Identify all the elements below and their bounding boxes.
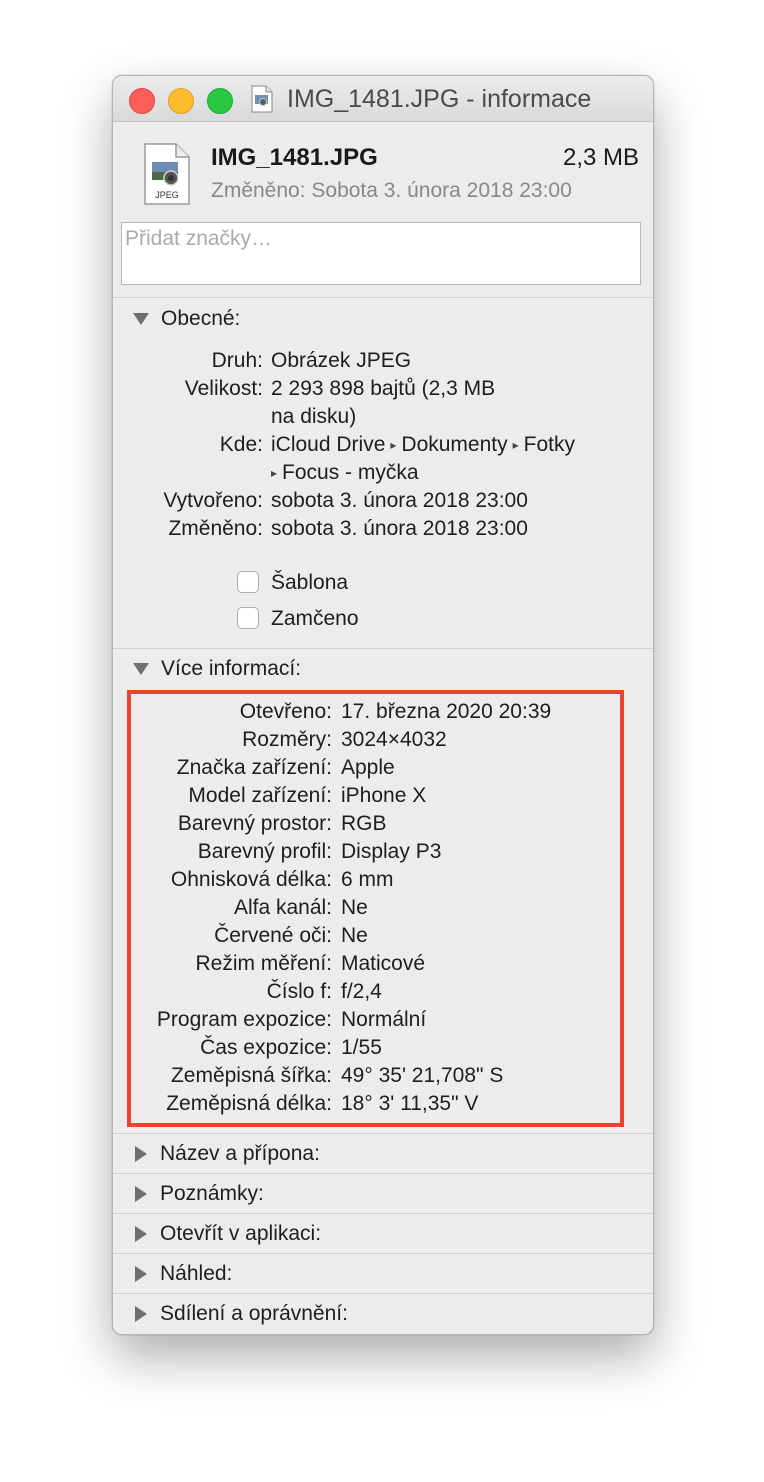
general-value-modified: sobota 3. února 2018 23:00	[271, 517, 528, 540]
more-info-value: Ne	[341, 896, 368, 919]
section-general-title: Obecné:	[161, 307, 241, 330]
path-arrow-icon: ▸	[390, 438, 397, 453]
divider	[113, 1133, 653, 1134]
locked-checkbox[interactable]	[237, 607, 259, 629]
more-info-value: 49° 35' 21,708" S	[341, 1064, 504, 1087]
section-preview[interactable]: Náhled:	[133, 1262, 232, 1286]
more-info-value: iPhone X	[341, 784, 427, 807]
divider	[113, 297, 653, 298]
section-open-with[interactable]: Otevřít v aplikaci:	[133, 1222, 321, 1246]
template-label: Šablona	[271, 571, 349, 594]
file-name: IMG_1481.JPG	[211, 144, 378, 171]
section-open-with-title: Otevřít v aplikaci:	[160, 1222, 322, 1245]
divider	[113, 1173, 653, 1174]
zoom-button[interactable]	[207, 88, 233, 114]
more-info-value: Maticové	[341, 952, 426, 975]
section-notes[interactable]: Poznámky:	[133, 1182, 264, 1206]
file-size: 2,3 MB	[562, 144, 639, 171]
where-path-cont: ▸ Focus - myčka	[271, 459, 419, 487]
path-arrow-icon: ▸	[271, 466, 278, 481]
more-info-value: Normální	[341, 1008, 427, 1031]
jpeg-file-icon	[251, 85, 273, 113]
locked-label: Zamčeno	[271, 607, 359, 630]
more-info-label: Zeměpisná šířka:	[170, 1064, 332, 1087]
general-value-size: 2 293 898 bajtů (2,3 MB	[271, 377, 496, 400]
general-value-created: sobota 3. února 2018 23:00	[271, 489, 528, 512]
general-label-kind: Druh:	[211, 349, 263, 372]
disclosure-right-icon[interactable]	[135, 1226, 147, 1242]
section-name-extension[interactable]: Název a přípona:	[133, 1142, 320, 1166]
more-info-label: Režim měření:	[195, 952, 332, 975]
more-info-label: Číslo f:	[266, 980, 332, 1003]
general-label-where: Kde:	[219, 433, 263, 456]
where-path: iCloud Drive ▸ Dokumenty ▸ Fotky	[271, 431, 575, 459]
path-segment: Dokumenty	[401, 433, 508, 456]
disclosure-down-icon[interactable]	[133, 313, 149, 325]
path-arrow-icon: ▸	[512, 438, 519, 453]
section-name-extension-title: Název a přípona:	[160, 1142, 320, 1165]
jpeg-icon-label: JPEG	[155, 190, 179, 200]
more-info-value: 1/55	[341, 1036, 382, 1059]
divider	[113, 1213, 653, 1214]
more-info-label: Ohnisková délka:	[170, 868, 332, 891]
general-value-size-cont: na disku)	[271, 405, 357, 428]
disclosure-right-icon[interactable]	[135, 1266, 147, 1282]
title-bar[interactable]: IMG_1481.JPG - informace	[113, 76, 653, 122]
section-notes-title: Poznámky:	[160, 1182, 264, 1205]
more-info-value: RGB	[341, 812, 387, 835]
general-label-size: Velikost:	[184, 377, 263, 400]
modified-date: Změněno: Sobota 3. února 2018 23:00	[211, 179, 572, 202]
more-info-label: Barevný prostor:	[177, 812, 332, 835]
general-label-modified: Změněno:	[168, 517, 263, 540]
more-info-value: 6 mm	[341, 868, 394, 891]
section-preview-title: Náhled:	[160, 1262, 233, 1285]
more-info-label: Zeměpisná délka:	[166, 1092, 332, 1115]
tags-input[interactable]: Přidat značky…	[121, 222, 641, 285]
general-value-kind: Obrázek JPEG	[271, 349, 412, 372]
window-title: IMG_1481.JPG - informace	[287, 85, 592, 113]
more-info-label: Otevřeno:	[239, 700, 332, 723]
jpeg-document-icon: JPEG	[144, 143, 190, 205]
info-window: IMG_1481.JPG - informace JPEG IMG_1481.J…	[112, 75, 654, 1335]
section-more-info[interactable]: Více informací:	[133, 657, 301, 681]
template-checkbox[interactable]	[237, 571, 259, 593]
general-label-created: Vytvořeno:	[163, 489, 263, 512]
more-info-value: f/2,4	[341, 980, 382, 1003]
more-info-value: 3024×4032	[341, 728, 447, 751]
more-info-value: Display P3	[341, 840, 442, 863]
more-info-value: Ne	[341, 924, 368, 947]
path-segment: iCloud Drive	[271, 433, 386, 456]
more-info-label: Čas expozice:	[200, 1036, 332, 1059]
section-sharing-permissions-title: Sdílení a oprávnění:	[160, 1302, 348, 1325]
more-info-label: Program expozice:	[156, 1008, 332, 1031]
divider	[113, 1253, 653, 1254]
more-info-value: 18° 3' 11,35" V	[341, 1092, 479, 1115]
more-info-label: Model zařízení:	[188, 784, 332, 807]
divider	[113, 1293, 653, 1294]
disclosure-right-icon[interactable]	[135, 1146, 147, 1162]
more-info-label: Alfa kanál:	[233, 896, 332, 919]
section-more-info-title: Více informací:	[161, 657, 302, 680]
minimize-button[interactable]	[168, 88, 194, 114]
disclosure-right-icon[interactable]	[135, 1186, 147, 1202]
disclosure-right-icon[interactable]	[135, 1306, 147, 1322]
disclosure-down-icon[interactable]	[133, 663, 149, 675]
more-info-value: Apple	[341, 756, 395, 779]
divider	[113, 648, 653, 649]
more-info-value: 17. března 2020 20:39	[341, 700, 552, 723]
more-info-label: Barevný profil:	[197, 840, 332, 863]
more-info-label: Rozměry:	[242, 728, 332, 751]
more-info-label: Značka zařízení:	[176, 756, 332, 779]
section-sharing-permissions[interactable]: Sdílení a oprávnění:	[133, 1302, 348, 1326]
close-button[interactable]	[129, 88, 155, 114]
section-general[interactable]: Obecné:	[133, 307, 240, 331]
more-info-label: Červené oči:	[214, 924, 332, 947]
path-segment: Focus - myčka	[282, 461, 419, 484]
path-segment: Fotky	[523, 433, 575, 456]
